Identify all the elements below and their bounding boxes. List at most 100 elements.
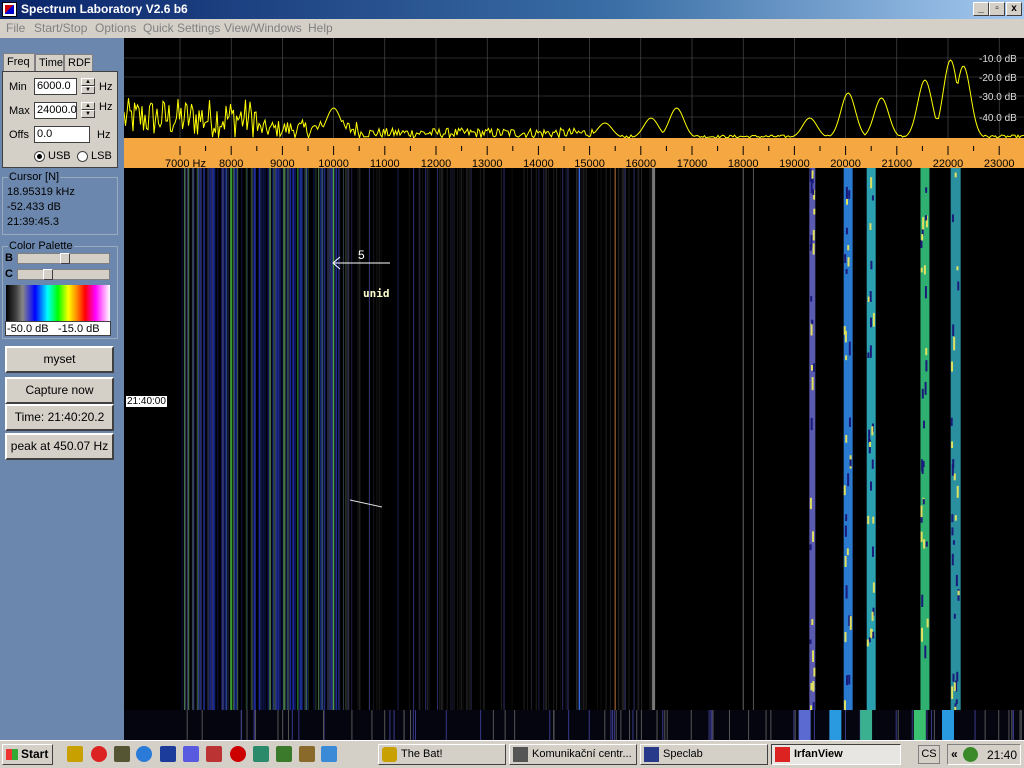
lsb-label: LSB [91, 150, 112, 162]
waterfall-speckle [872, 631, 875, 639]
spectrum-svg[interactable]: 7000 Hz 8000 9000 10000 11000 12000 13000 14000… [124, 38, 1024, 740]
contrast-slider-thumb[interactable] [42, 269, 53, 280]
waterfall-speckle [810, 682, 813, 691]
offset-input[interactable]: 0.0 [34, 126, 90, 143]
quicklaunch-star-icon[interactable] [230, 746, 246, 762]
waterfall-speckle [957, 590, 960, 596]
tab-freq[interactable]: Freq [3, 53, 35, 72]
start-button[interactable]: Start [2, 744, 53, 765]
waterfall-speckle [809, 168, 812, 182]
db-label: -20.0 dB [979, 73, 1017, 84]
quicklaunch-globe-icon[interactable] [321, 746, 337, 762]
waterfall-speckle [921, 388, 924, 399]
freq-label: 19000 [779, 158, 810, 170]
menu-view-windows[interactable]: View/Windows [224, 21, 302, 35]
tray-network-icon[interactable] [963, 747, 978, 762]
waterfall-speckle [810, 322, 813, 336]
offs-label: Offs [9, 129, 29, 141]
menu-help[interactable]: Help [308, 21, 333, 35]
spectrum-display[interactable]: 7000 Hz 8000 9000 10000 11000 12000 13000 14000… [124, 38, 1024, 740]
waterfall-speckle [921, 594, 924, 607]
usb-radio[interactable] [34, 151, 45, 162]
menu-quick-settings[interactable]: Quick Settings [143, 21, 220, 35]
waterfall-speckle [870, 260, 873, 270]
db-label: -10.0 dB [979, 54, 1017, 65]
app-icon[interactable] [2, 2, 17, 17]
max-freq-input[interactable]: 24000.0 [34, 102, 77, 119]
annotation-number: 5 [358, 248, 365, 262]
waterfall-speckle [849, 459, 852, 467]
quicklaunch-ie-icon[interactable] [136, 746, 152, 762]
waterfall-speckle [866, 639, 869, 647]
task-the-bat[interactable]: The Bat! [378, 744, 506, 765]
waterfall-speckle [921, 234, 924, 241]
quicklaunch-glasses-icon[interactable] [67, 746, 83, 762]
waterfall-speckle [952, 324, 955, 336]
menu-options[interactable]: Options [95, 21, 136, 35]
language-indicator[interactable]: CS [918, 745, 940, 764]
waterfall-speckle [845, 227, 848, 235]
brightness-slider[interactable] [17, 253, 110, 264]
waterfall-speckle [845, 514, 848, 522]
waterfall-speckle [848, 674, 851, 685]
waterfall-speckle [956, 671, 959, 682]
waterfall[interactable] [124, 168, 1024, 740]
freq-label: 16000 [626, 158, 657, 170]
menu-file[interactable]: File [6, 21, 25, 35]
lsb-radio[interactable] [77, 151, 88, 162]
task-irfanview[interactable]: IrfanView [771, 744, 901, 765]
quicklaunch-save-icon[interactable] [160, 746, 176, 762]
min-freq-spinner[interactable]: ▲ ▼ [81, 78, 95, 95]
freq-label: 20000 [830, 158, 861, 170]
title-bar[interactable]: Spectrum Laboratory V2.6 b6 _ ▫ x [0, 0, 1024, 19]
quicklaunch-opera-icon[interactable] [91, 746, 107, 762]
quicklaunch-bat-icon[interactable] [114, 746, 130, 762]
quicklaunch-package-icon[interactable] [253, 746, 269, 762]
task-speclab[interactable]: Speclab [640, 744, 768, 765]
minimize-button[interactable]: _ [973, 2, 989, 16]
waterfall-speckle [954, 172, 957, 178]
waterfall-speckle [809, 497, 812, 510]
waterfall-speckle [950, 417, 953, 426]
brightness-slider-thumb[interactable] [59, 253, 70, 264]
quicklaunch-tool-icon[interactable] [276, 746, 292, 762]
tray-expand-icon[interactable]: « [951, 747, 958, 761]
waterfall-speckle [843, 485, 846, 496]
db-labels: -10.0 dB -20.0 dB -30.0 dB -40.0 dB [979, 54, 1017, 124]
tab-time[interactable]: Time [35, 54, 64, 71]
waterfall-speckle [871, 546, 874, 557]
task-komunikacni-label: Komunikační centr... [532, 748, 632, 760]
freq-label: 18000 [728, 158, 759, 170]
tab-rdf[interactable]: RDF [64, 54, 93, 71]
waterfall-speckle [951, 527, 954, 536]
waterfall-speckle [924, 645, 927, 659]
task-komunikacni-centrum[interactable]: Komunikační centr... [509, 744, 637, 765]
myset-button[interactable]: myset [5, 346, 114, 373]
min-freq-input[interactable]: 6000.0 [34, 78, 77, 95]
waterfall-speckle [812, 243, 815, 255]
clock[interactable]: 21:40 [987, 748, 1017, 762]
quicklaunch-calculator-icon[interactable] [206, 746, 222, 762]
freq-label: 13000 [472, 158, 503, 170]
capture-now-button[interactable]: Capture now [5, 377, 114, 404]
spectrum-trace [124, 59, 1024, 140]
close-button[interactable]: x [1006, 2, 1022, 16]
waterfall-speckle [812, 531, 815, 542]
waterfall-speckle [872, 312, 875, 327]
time-button[interactable]: Time: 21:40:20.2 [5, 404, 114, 431]
waterfall-speckle [921, 459, 924, 472]
waterfall-speckle [872, 582, 875, 593]
max-freq-spinner[interactable]: ▲ ▼ [81, 102, 95, 119]
peak-button[interactable]: peak at 450.07 Hz [5, 433, 114, 460]
quicklaunch-app-icon[interactable] [183, 746, 199, 762]
quicklaunch-text-icon[interactable] [299, 746, 315, 762]
waterfall-speckle [867, 352, 870, 358]
restore-button[interactable]: ▫ [989, 2, 1005, 16]
menu-start-stop[interactable]: Start/Stop [34, 21, 87, 35]
contrast-slider[interactable] [17, 269, 110, 280]
cursor-level: -52.433 dB [7, 201, 61, 213]
waterfall-speckle [920, 632, 923, 639]
freq-label: 15000 [574, 158, 605, 170]
waterfall-speckle [845, 434, 848, 443]
waterfall-speckle [844, 254, 847, 264]
